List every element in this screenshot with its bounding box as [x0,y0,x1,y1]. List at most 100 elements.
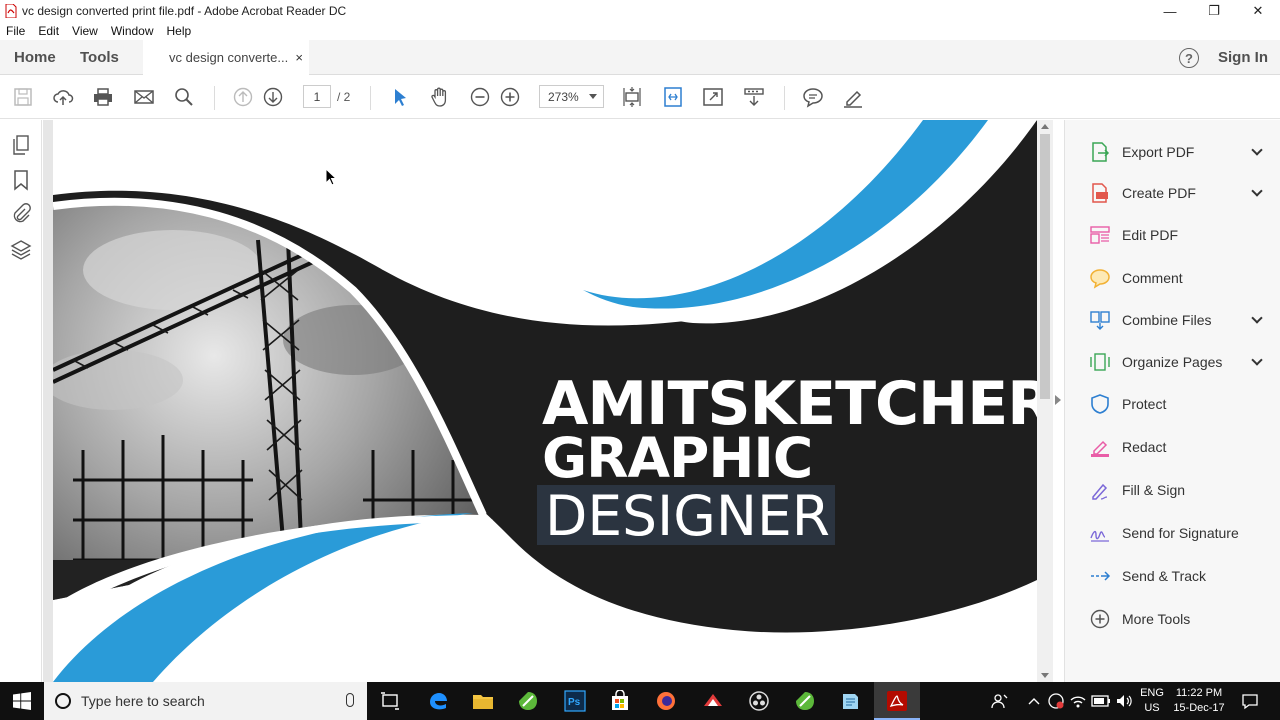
edge-browser-icon[interactable] [424,687,452,715]
system-clock[interactable]: 11:22 PM 15-Dec-17 [1169,686,1229,716]
print-icon[interactable] [92,86,114,108]
language-indicator[interactable]: ENG US [1138,686,1166,716]
taskbar-search[interactable]: Type here to search [44,682,367,720]
tool-label: Redact [1122,439,1167,455]
tab-home[interactable]: Home [14,49,56,66]
scroll-down-icon[interactable] [1041,673,1049,678]
tool-redact[interactable]: Redact [1089,433,1259,461]
tool-create-pdf[interactable]: Create PDF [1089,179,1263,207]
cloud-upload-icon[interactable] [52,86,74,108]
headline-role: DESIGNER [545,484,830,548]
store-icon[interactable] [606,687,634,715]
read-mode-icon[interactable] [743,86,765,108]
tool-protect[interactable]: Protect [1089,390,1259,418]
hand-tool-icon[interactable] [429,86,451,108]
action-center-icon[interactable] [1236,687,1264,715]
close-tab-button[interactable]: × [295,50,303,65]
obs-icon[interactable] [745,687,773,715]
email-icon[interactable] [133,86,155,108]
search-icon[interactable] [173,86,195,108]
tool-send-track[interactable]: Send & Track [1089,562,1259,590]
tool-combine-files[interactable]: Combine Files [1089,306,1263,334]
zoom-in-icon[interactable] [499,86,521,108]
minimize-button[interactable]: — [1148,0,1192,22]
bookmarks-icon[interactable] [10,169,32,191]
sign-in-button[interactable]: Sign In [1218,49,1268,66]
tool-edit-pdf[interactable]: Edit PDF [1089,221,1259,249]
app-icon-red[interactable] [699,687,727,715]
tool-label: Comment [1122,270,1183,286]
volume-icon[interactable] [1110,687,1138,715]
toolbar-separator [370,86,371,110]
page-thumbnails-icon[interactable] [10,134,32,156]
zoom-select[interactable]: 273% [539,85,604,108]
help-icon[interactable]: ? [1179,48,1199,68]
firefox-icon[interactable] [652,687,680,715]
toolbar-separator [214,86,215,110]
notepad-icon[interactable] [836,687,864,715]
vertical-scrollbar[interactable] [1037,120,1053,682]
zoom-out-icon[interactable] [469,86,491,108]
layers-icon[interactable] [10,238,32,260]
chevron-down-icon [589,94,597,99]
tool-fill-sign[interactable]: Fill & Sign [1089,476,1259,504]
windows-logo-icon [13,692,31,710]
redact-icon [1089,436,1111,458]
attachments-icon[interactable] [10,203,32,225]
file-explorer-icon[interactable] [469,687,497,715]
start-button[interactable] [0,682,44,720]
tool-organize-pages[interactable]: Organize Pages [1089,348,1263,376]
comment-bubble-icon[interactable] [802,86,824,108]
send-for-signature-icon [1089,522,1111,544]
coreldraw-icon[interactable] [514,687,542,715]
menu-edit[interactable]: Edit [38,24,59,38]
chevron-down-icon[interactable] [1251,354,1263,366]
chevron-down-icon[interactable] [1251,185,1263,197]
window-title: vc design converted print file.pdf - Ado… [22,4,347,18]
next-page-icon[interactable] [262,86,284,108]
tool-label: Export PDF [1122,144,1195,160]
collapse-right-pane-icon[interactable] [1055,395,1061,405]
tool-comment[interactable]: Comment [1089,264,1259,292]
page-number-input[interactable]: 1 [303,85,331,108]
document-tab-label: vc design converte... [169,50,289,65]
document-viewport[interactable]: AMITSKETCHER GRAPHIC DESIGNER [43,120,1037,682]
people-icon[interactable] [986,687,1014,715]
headline-title: GRAPHIC [542,426,813,490]
coreldraw-icon-2[interactable] [791,687,819,715]
chevron-down-icon[interactable] [1251,312,1263,324]
close-window-button[interactable]: ✕ [1236,0,1280,22]
restore-button[interactable]: ❐ [1192,0,1236,22]
pdf-page: AMITSKETCHER GRAPHIC DESIGNER [53,120,1037,682]
scroll-up-icon[interactable] [1041,124,1049,129]
tool-label: Create PDF [1122,185,1196,201]
tool-more-tools[interactable]: More Tools [1089,605,1259,633]
tool-send-for-signature[interactable]: Send for Signature [1089,519,1259,547]
toolbar: 1 / 2 273% [0,76,1280,119]
select-tool-icon[interactable] [389,86,411,108]
highlight-pen-icon[interactable] [842,86,864,108]
menu-view[interactable]: View [72,24,98,38]
tab-tools[interactable]: Tools [80,49,119,66]
chevron-down-icon[interactable] [1251,144,1263,156]
tool-label: More Tools [1122,611,1191,627]
menu-help[interactable]: Help [167,24,192,38]
organize-pages-icon [1089,351,1111,373]
menu-window[interactable]: Window [111,24,154,38]
full-screen-icon[interactable] [702,86,724,108]
task-view-icon[interactable] [376,687,404,715]
save-icon[interactable] [12,86,34,108]
previous-page-icon[interactable] [232,86,254,108]
tab-document[interactable]: vc design converte... × [143,40,309,75]
more-tools-icon [1089,608,1111,630]
fit-page-icon[interactable] [621,86,643,108]
microphone-icon[interactable] [346,693,354,707]
tool-export-pdf[interactable]: Export PDF [1089,138,1263,166]
photoshop-icon[interactable]: Ps [561,687,589,715]
scrolling-mode-icon[interactable] [662,86,684,108]
scrollbar-thumb[interactable] [1040,134,1050,399]
taskbar-search-placeholder: Type here to search [81,693,205,709]
edit-pdf-icon [1089,224,1111,246]
taskbar-active-app[interactable] [874,682,920,720]
menu-file[interactable]: File [6,24,25,38]
